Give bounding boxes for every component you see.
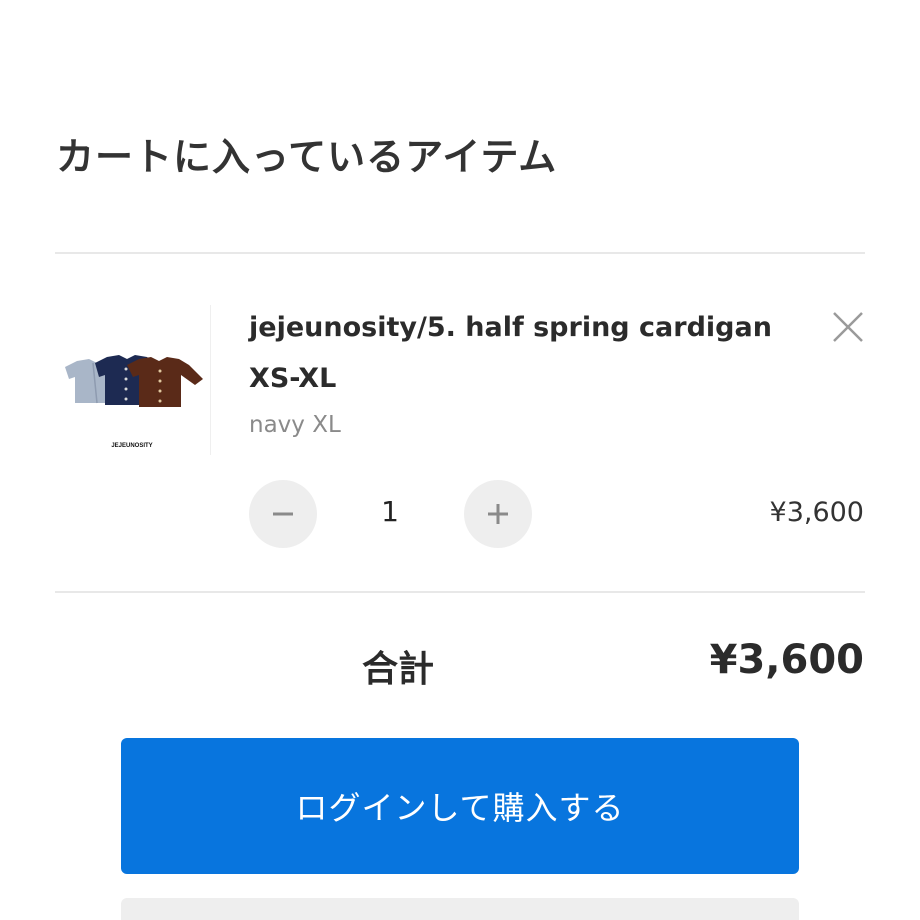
minus-icon [273,512,293,516]
total-label: 合計 [362,649,435,690]
total-price: ¥3,600 [709,637,864,683]
page-title: カートに入っているアイテム [56,135,558,179]
login-and-purchase-label: ログインして購入する [295,789,625,827]
cart-page: カートに入っているアイテム JEJEUNOSITY jejeunosity/5.… [0,0,920,920]
divider [55,591,865,593]
divider [55,252,865,254]
login-and-purchase-button[interactable]: ログインして購入する [121,738,799,874]
plus-icon [488,504,508,524]
cardigan-image: JEJEUNOSITY [65,355,203,449]
brand-wordmark: JEJEUNOSITY [111,443,152,449]
decrease-quantity-button[interactable] [249,480,317,548]
product-thumbnail[interactable]: JEJEUNOSITY [55,305,211,455]
product-name[interactable]: jejeunosity/5. half spring cardigan XS-X… [249,302,809,404]
item-price: ¥3,600 [769,497,864,528]
quantity-value: 1 [381,495,399,528]
close-icon [833,312,863,342]
product-variant: navy XL [249,412,341,438]
secondary-action-button[interactable] [121,898,799,920]
remove-item-button[interactable] [826,305,870,349]
increase-quantity-button[interactable] [464,480,532,548]
